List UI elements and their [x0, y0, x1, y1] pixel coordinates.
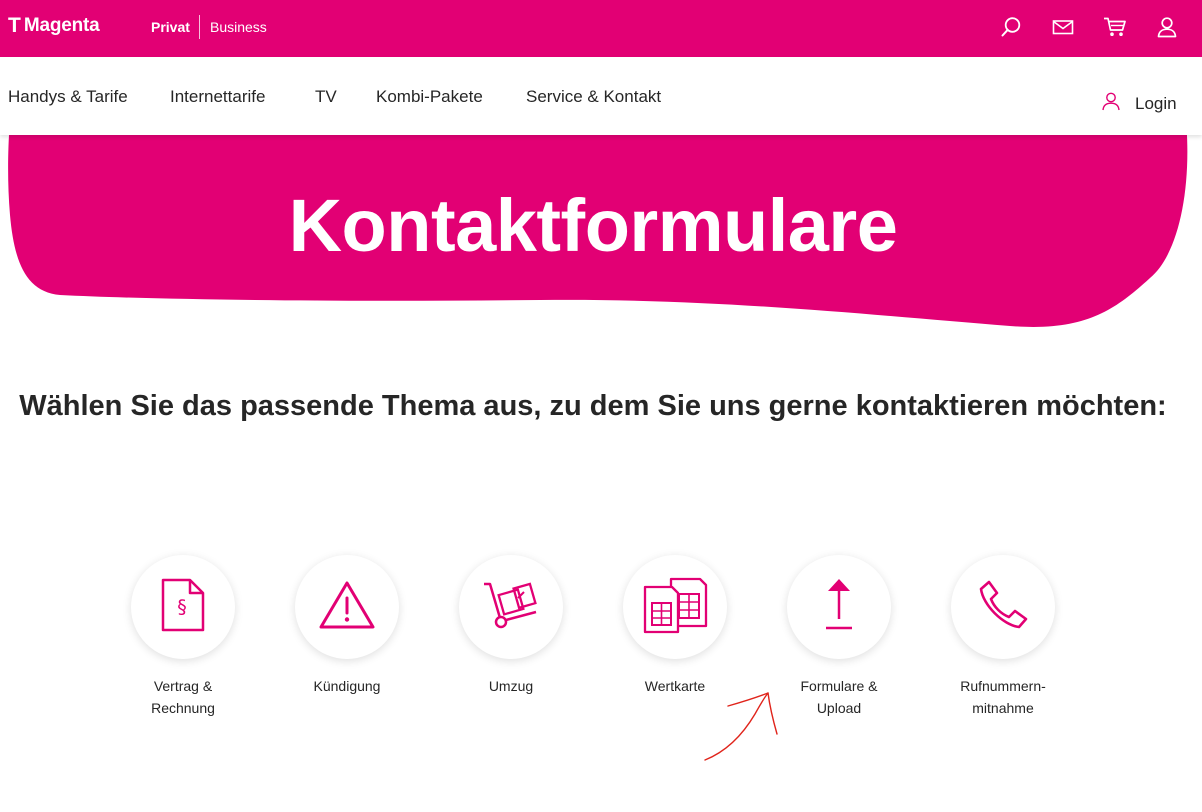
topic-heading: Wählen Sie das passende Thema aus, zu de… — [19, 390, 1167, 422]
phone-icon — [977, 579, 1029, 636]
search-icon[interactable] — [999, 14, 1023, 40]
topic-formulare-upload[interactable]: Formulare & Upload — [774, 555, 904, 719]
telekom-t-logo: T — [8, 14, 21, 37]
magenta-logo[interactable]: T Magenta — [8, 14, 100, 38]
topic-circle — [951, 555, 1055, 659]
login-button[interactable]: Login — [1101, 91, 1177, 116]
logo-text: Magenta — [23, 15, 100, 36]
topic-circle — [459, 555, 563, 659]
page-title: Kontaktformulare — [288, 184, 898, 267]
main-navigation: Handys & Tarife Internettarife TV Kombi-… — [0, 57, 1202, 135]
nav-item-internettarife[interactable]: Internettarife — [170, 86, 265, 108]
contract-paragraph-icon: § — [160, 577, 206, 638]
top-bar: T Magenta Privat Business — [0, 0, 1202, 57]
topic-circle: § — [131, 555, 235, 659]
topic-wertkarte[interactable]: Wertkarte — [610, 555, 740, 697]
topic-rufnummernmitnahme[interactable]: Rufnummern- mitnahme — [938, 555, 1068, 719]
topic-label: Kündigung — [313, 678, 381, 694]
mail-icon[interactable] — [1051, 14, 1075, 40]
topic-umzug[interactable]: Umzug — [446, 555, 576, 697]
nav-item-kombi-pakete[interactable]: Kombi-Pakete — [376, 86, 483, 108]
nav-item-tv[interactable]: TV — [315, 86, 337, 108]
svg-text:§: § — [177, 596, 187, 618]
topic-circle — [787, 555, 891, 659]
topic-label: Formulare & Upload — [800, 678, 878, 716]
upload-arrow-icon — [822, 577, 856, 638]
topic-vertrag-rechnung[interactable]: § Vertrag & Rechnung — [118, 555, 248, 719]
nav-item-service-kontakt[interactable]: Service & Kontakt — [526, 86, 661, 108]
sim-card-icon — [642, 576, 708, 639]
topic-circle — [295, 555, 399, 659]
topic-circle — [623, 555, 727, 659]
topic-label: Umzug — [488, 678, 534, 694]
user-icon[interactable] — [1155, 14, 1179, 40]
login-label: Login — [1135, 93, 1177, 113]
warning-triangle-icon — [317, 579, 377, 636]
topic-kuendigung[interactable]: Kündigung — [282, 555, 412, 697]
segment-privat-link[interactable]: Privat — [151, 17, 190, 37]
nav-item-handys-tarife[interactable]: Handys & Tarife — [8, 86, 128, 108]
segment-business-link[interactable]: Business — [210, 17, 267, 37]
topic-label: Vertrag & Rechnung — [151, 678, 215, 716]
topic-label: Rufnummern- mitnahme — [960, 678, 1046, 716]
cart-icon[interactable] — [1103, 14, 1127, 40]
login-user-icon — [1101, 91, 1121, 116]
annotation-arrow — [704, 692, 778, 761]
hand-truck-icon — [482, 580, 540, 635]
segment-divider — [199, 15, 200, 39]
